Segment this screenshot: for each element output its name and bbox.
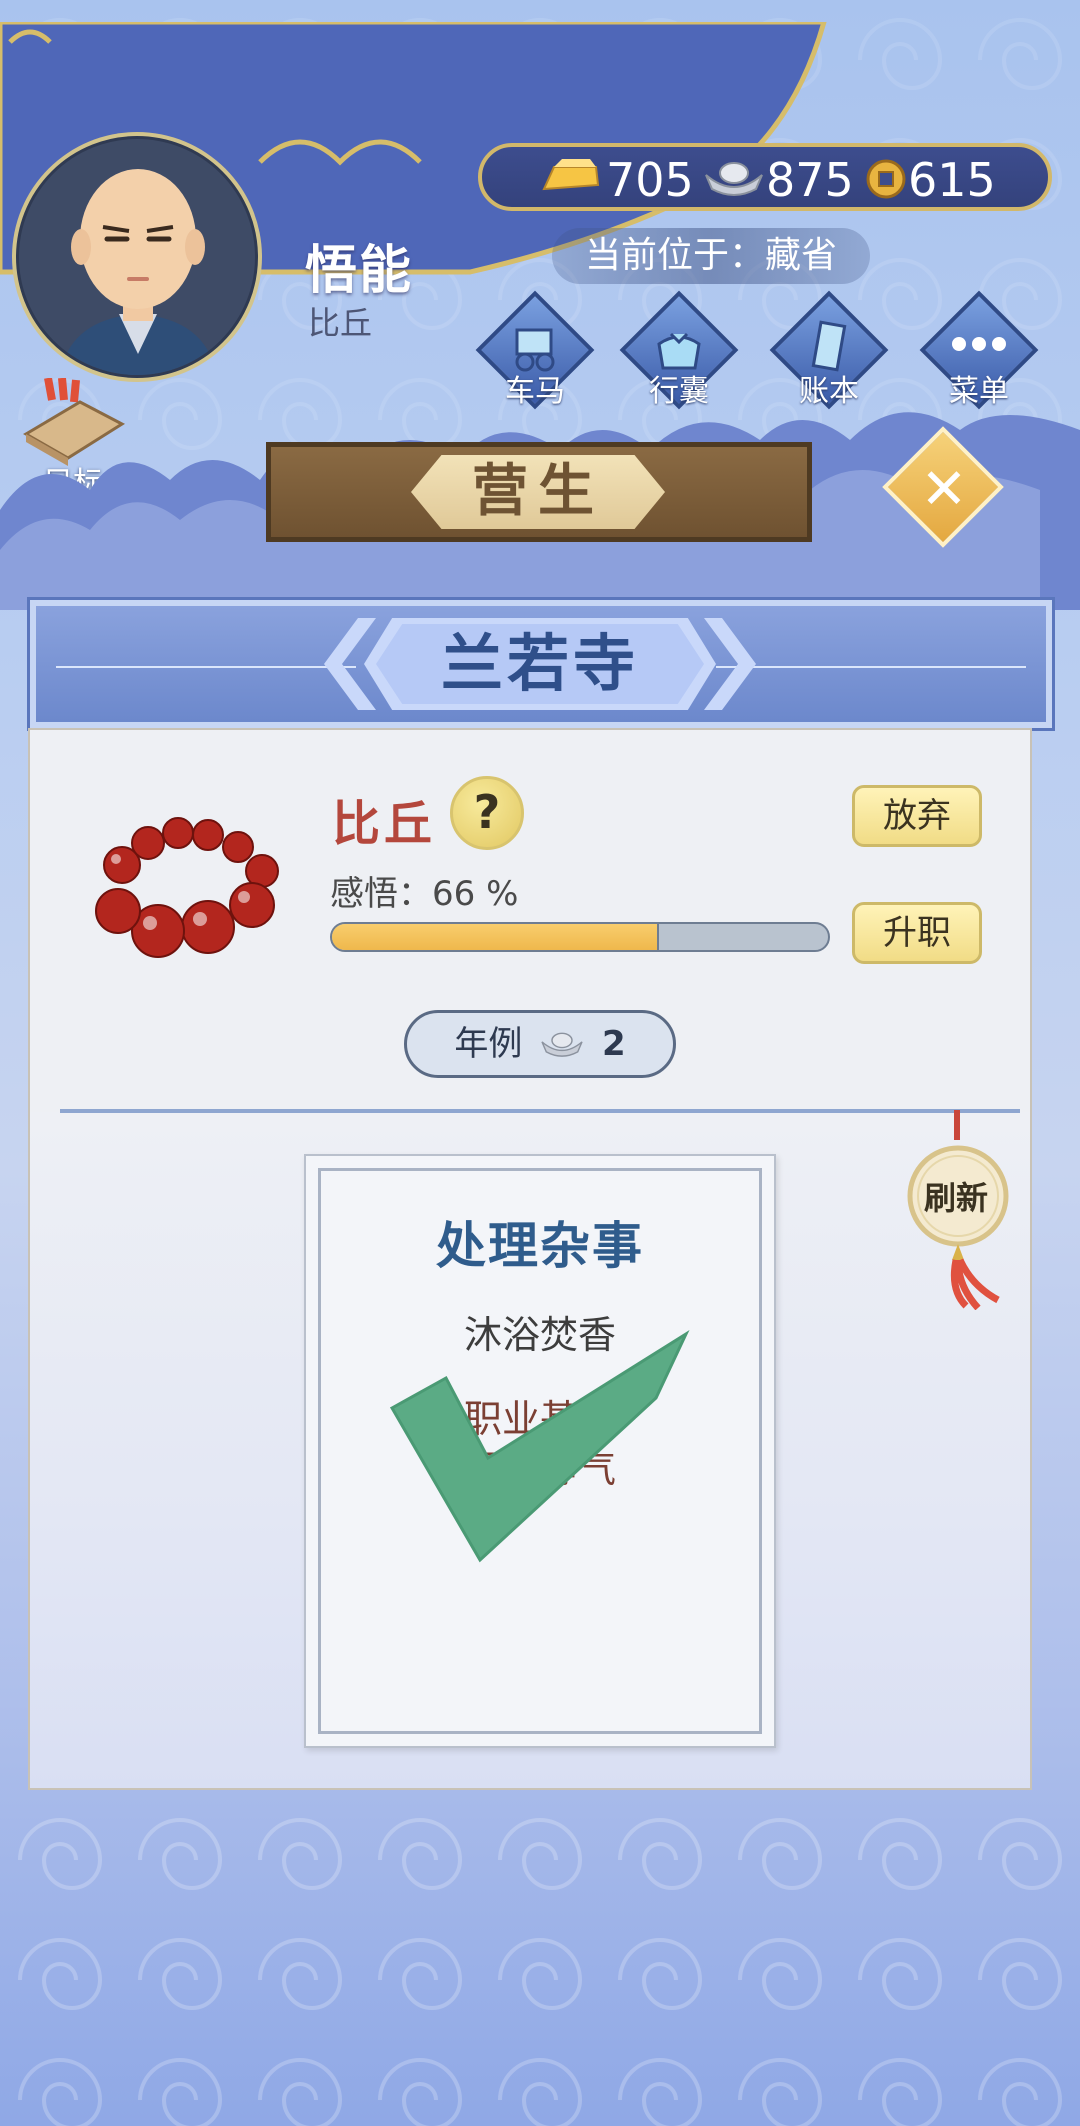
insight-label: 感悟：66 %	[330, 874, 519, 914]
player-name: 悟能	[305, 241, 414, 301]
close-icon: ✕	[920, 457, 968, 522]
temple-name: 兰若寺	[440, 627, 639, 700]
salary-badge: 年例 2	[404, 1010, 676, 1078]
silver-amount: 875	[766, 153, 854, 207]
copper-coin-icon	[866, 159, 906, 199]
abandon-button[interactable]: 放弃	[852, 785, 982, 847]
gold-amount: 705	[606, 153, 694, 207]
coin-amount: 615	[908, 153, 996, 207]
page-title: 营生	[472, 459, 604, 524]
silver-ingot-icon	[541, 1032, 583, 1057]
panel-divider	[60, 1109, 1020, 1113]
refresh-button[interactable]: 刷新	[908, 1150, 1004, 1246]
silver-ingot-icon	[705, 162, 763, 196]
player-rank: 比丘	[308, 304, 373, 342]
insight-progress-bar	[330, 922, 830, 952]
help-button[interactable]: ?	[450, 776, 524, 850]
location-label: 当前位于：藏省	[552, 228, 870, 284]
player-avatar[interactable]	[12, 132, 262, 382]
salary-label: 年例	[454, 1024, 523, 1064]
job-rank-title: 比丘	[332, 796, 437, 852]
page-title-plate: 营生	[266, 442, 812, 542]
task-title: 处理杂事	[436, 1217, 644, 1275]
gold-bar-icon	[542, 159, 600, 191]
currency-bar: 705 875 615	[478, 143, 1052, 211]
prayer-beads-icon	[95, 817, 279, 958]
salary-value: 2	[601, 1024, 626, 1064]
completed-checkmark-icon	[389, 1330, 690, 1563]
monk-portrait-icon	[59, 169, 217, 375]
more-icon	[952, 337, 1006, 351]
insight-progress-fill	[332, 924, 660, 950]
promote-button[interactable]: 升职	[852, 902, 982, 964]
